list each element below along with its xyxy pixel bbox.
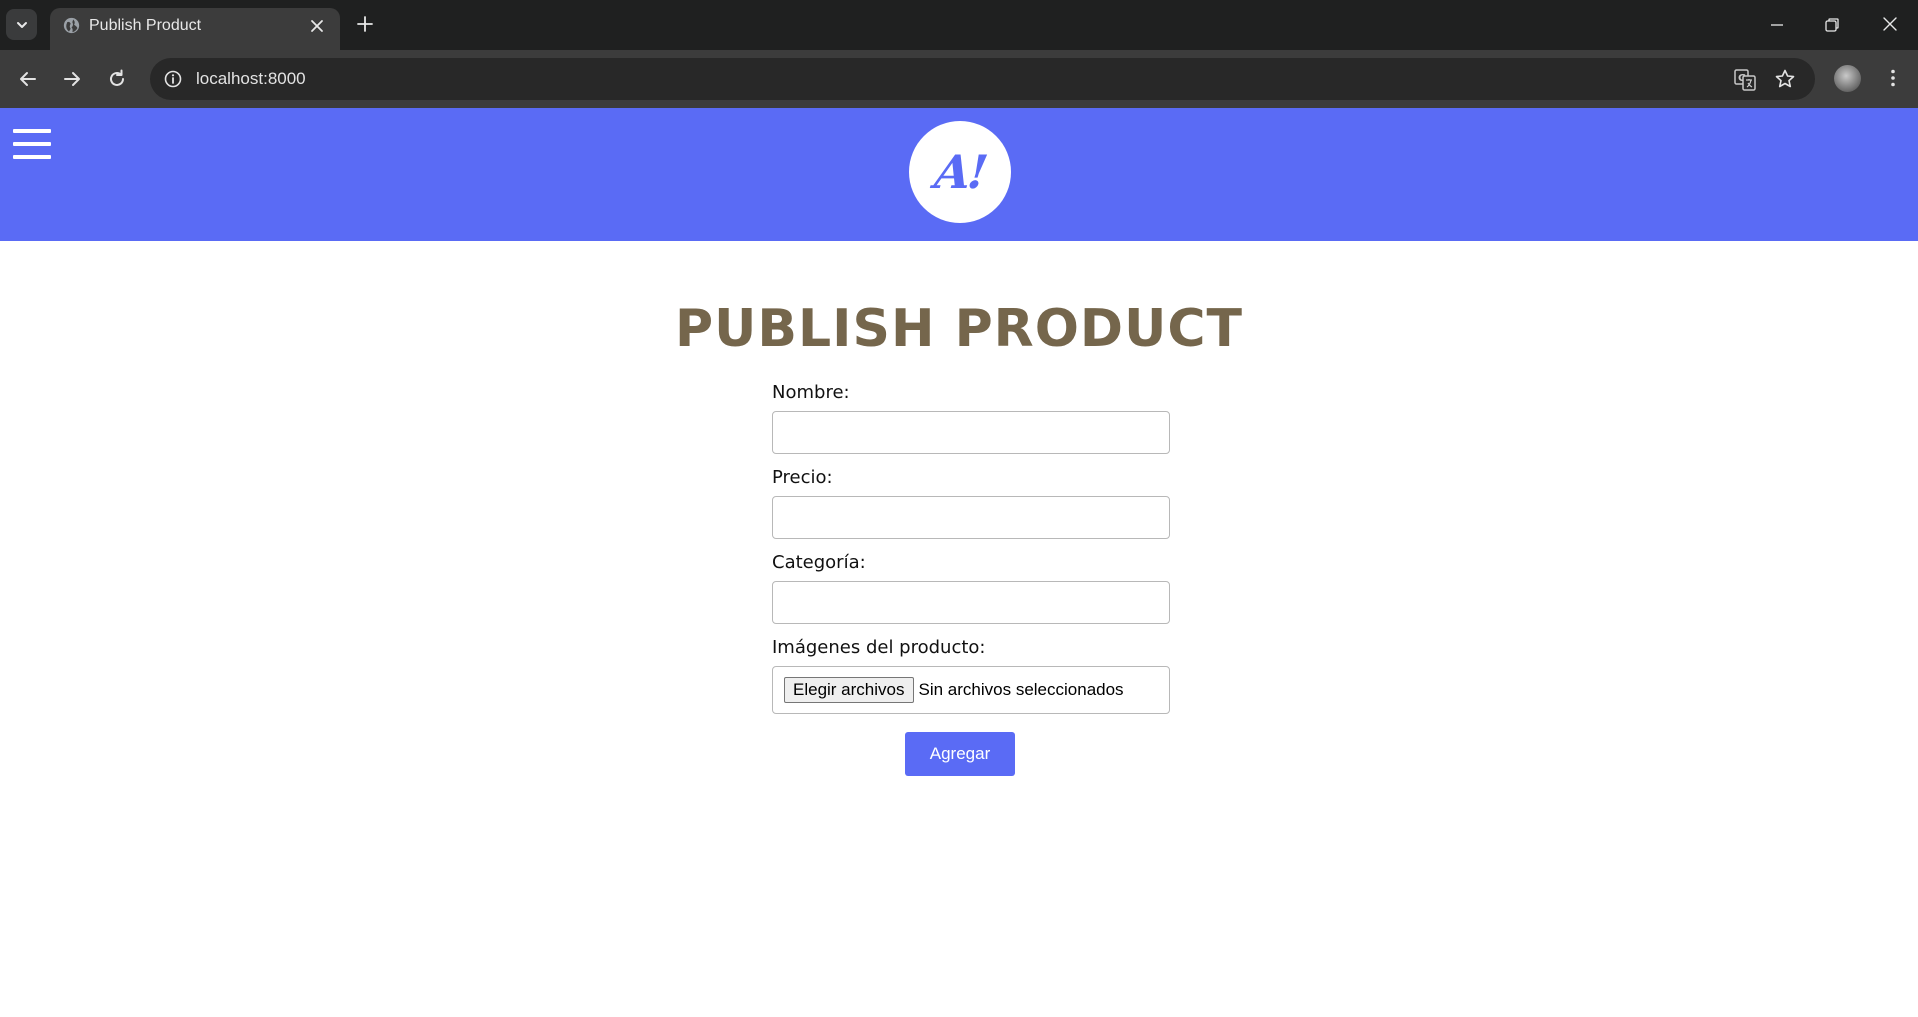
hamburger-menu-icon[interactable] [13, 129, 51, 160]
bookmark-star-icon[interactable] [1774, 68, 1796, 90]
site-logo[interactable]: A! [909, 121, 1011, 223]
publish-product-form: Nombre: Precio: Categoría: Imágenes del … [772, 382, 1172, 714]
add-product-button[interactable]: Agregar [905, 732, 1015, 776]
price-field-group: Precio: [772, 467, 1172, 552]
site-info-icon[interactable] [163, 69, 183, 89]
globe-icon [63, 17, 80, 34]
url-text[interactable]: localhost:8000 [196, 69, 306, 89]
translate-icon[interactable]: G [1733, 68, 1757, 92]
name-input[interactable] [772, 411, 1170, 454]
site-header: A! [0, 108, 1918, 241]
category-input[interactable] [772, 581, 1170, 624]
window-close-icon[interactable] [1881, 15, 1899, 33]
back-arrow-icon[interactable] [17, 68, 39, 90]
file-status-text: Sin archivos seleccionados [918, 680, 1124, 699]
forward-arrow-icon[interactable] [61, 68, 83, 90]
page-title: PUBLISH PRODUCT [675, 299, 1243, 359]
name-field-group: Nombre: [772, 382, 1172, 467]
minimize-icon[interactable] [1768, 16, 1786, 34]
new-tab-plus-icon[interactable] [356, 15, 374, 33]
tab-search-button[interactable] [6, 9, 37, 40]
price-label: Precio: [772, 467, 833, 488]
category-label: Categoría: [772, 552, 866, 573]
logo-text: A! [932, 145, 988, 199]
price-input[interactable] [772, 496, 1170, 539]
more-options-icon[interactable] [1882, 67, 1904, 89]
images-label: Imágenes del producto: [772, 637, 986, 658]
close-icon[interactable] [308, 17, 326, 35]
address-bar[interactable]: localhost:8000 G [150, 58, 1815, 100]
images-field-group: Imágenes del producto: Elegir archivos S… [772, 637, 1172, 714]
tab-title: Publish Product [89, 17, 202, 34]
chevron-down-icon [16, 21, 27, 28]
restore-window-icon[interactable] [1823, 16, 1841, 34]
category-field-group: Categoría: [772, 552, 1172, 637]
browser-tab[interactable]: Publish Product [50, 8, 340, 50]
choose-files-button[interactable]: Elegir archivos [784, 677, 914, 703]
browser-tab-strip: Publish Product [0, 0, 1918, 50]
profile-avatar[interactable] [1834, 65, 1861, 92]
browser-toolbar: localhost:8000 G [0, 50, 1918, 108]
name-label: Nombre: [772, 382, 850, 403]
reload-icon[interactable] [106, 68, 128, 90]
file-input: Elegir archivos Sin archivos seleccionad… [772, 666, 1170, 714]
